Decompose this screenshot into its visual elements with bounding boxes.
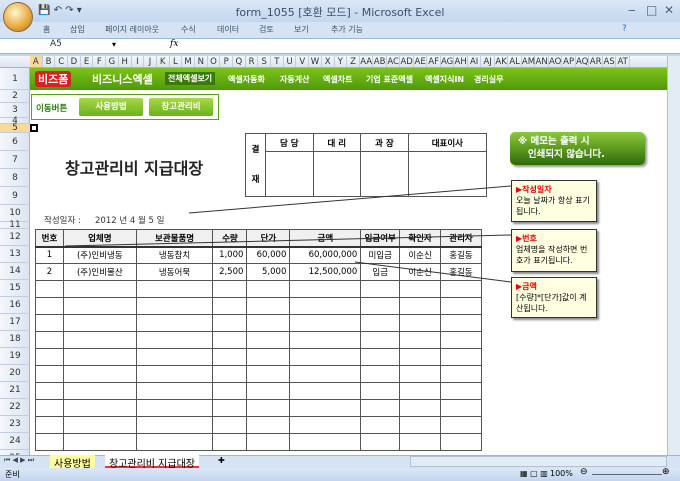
- office-button[interactable]: [3, 2, 33, 32]
- insert-sheet-icon[interactable]: ✚: [218, 456, 225, 465]
- arrow-number: [64, 234, 512, 247]
- sheet-tab-warehouse[interactable]: 창고관리비 지급대장: [105, 455, 199, 470]
- status-bar: [0, 468, 680, 481]
- note-arrows: [64, 185, 512, 283]
- zoom-out-icon[interactable]: ⊖: [580, 467, 588, 477]
- arrow-amount: [354, 261, 512, 283]
- status-text: 준비: [5, 470, 20, 479]
- view-buttons[interactable]: ▦ ▢ ▥: [520, 469, 548, 478]
- horizontal-scrollbar[interactable]: [410, 456, 667, 467]
- zoom-in-icon[interactable]: ⊕: [662, 467, 670, 477]
- zoom-slider[interactable]: [592, 474, 662, 475]
- arrow-date: [188, 185, 512, 214]
- zoom-level[interactable]: 100%: [550, 469, 573, 478]
- tab-scroll-buttons[interactable]: ⏮ ◀ ▶ ⏭: [4, 456, 34, 465]
- sheet-tab-usage[interactable]: 사용방법: [50, 455, 95, 470]
